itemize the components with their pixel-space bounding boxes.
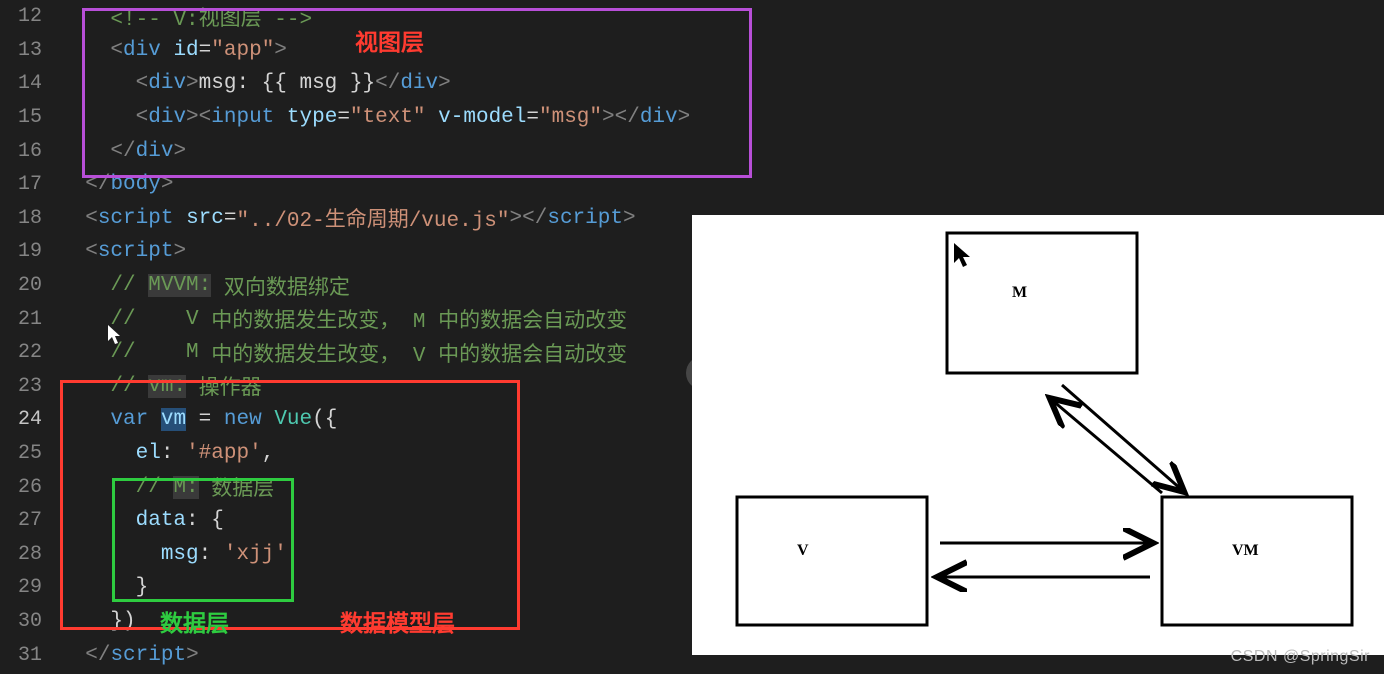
line-number: 16	[0, 140, 60, 163]
line-number: 27	[0, 509, 60, 532]
code-line[interactable]: 17 </body>	[0, 168, 1384, 202]
code-line[interactable]: 14 <div>msg: {{ msg }}</div>	[0, 67, 1384, 101]
line-number: 22	[0, 341, 60, 364]
line-number: 25	[0, 442, 60, 465]
line-number: 21	[0, 308, 60, 331]
line-number: 20	[0, 274, 60, 297]
line-number: 18	[0, 207, 60, 230]
line-number: 31	[0, 644, 60, 667]
root: 12 <!-- V:视图层 --> 13 <div id="app"> 14 <…	[0, 0, 1384, 674]
cursor-icon	[108, 325, 124, 347]
line-number: 13	[0, 39, 60, 62]
line-number: 29	[0, 576, 60, 599]
watermark: CSDN @SpringSir	[1231, 648, 1370, 666]
line-number: 28	[0, 543, 60, 566]
code-line[interactable]: 16 </div>	[0, 134, 1384, 168]
line-number: 12	[0, 5, 60, 28]
mvvm-diagram: M V VM	[692, 215, 1384, 655]
line-number: 14	[0, 72, 60, 95]
line-number: 19	[0, 240, 60, 263]
line-number: 23	[0, 375, 60, 398]
code-line[interactable]: 15 <div><input type="text" v-model="msg"…	[0, 101, 1384, 135]
box-m-label: M	[1012, 284, 1027, 301]
label-view-layer: 视图层	[355, 23, 424, 57]
box-vm-label: VM	[1232, 542, 1259, 559]
line-number: 30	[0, 610, 60, 633]
line-number: 24	[0, 408, 60, 431]
label-data-layer: 数据层	[160, 604, 229, 638]
line-number: 15	[0, 106, 60, 129]
line-number: 17	[0, 173, 60, 196]
line-number: 26	[0, 476, 60, 499]
code-line[interactable]: 13 <div id="app">	[0, 34, 1384, 68]
code-line[interactable]: 12 <!-- V:视图层 -->	[0, 0, 1384, 34]
label-data-model-layer: 数据模型层	[340, 604, 455, 638]
box-v-label: V	[797, 542, 809, 559]
